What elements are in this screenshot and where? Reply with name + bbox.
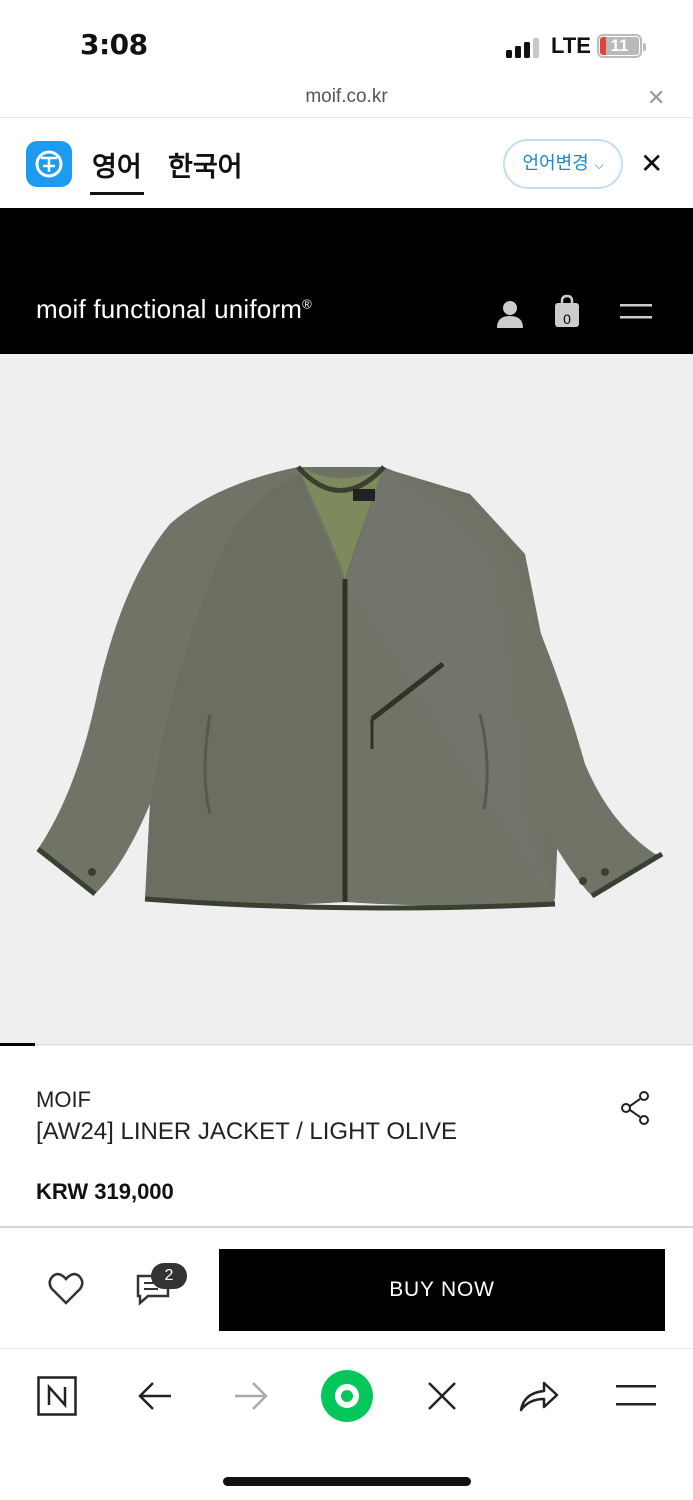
forward-icon xyxy=(233,1380,269,1416)
browser-menu-icon[interactable] xyxy=(616,1385,656,1411)
network-type: LTE xyxy=(551,33,591,58)
share-arrow-icon[interactable] xyxy=(518,1379,560,1417)
active-tab-underline xyxy=(90,192,144,195)
site-logo[interactable]: moif functional uniform® xyxy=(36,294,312,325)
tab-korean[interactable]: 한국어 xyxy=(168,145,243,184)
shopping-bag-icon[interactable]: 0 xyxy=(554,294,580,332)
status-bar: 3:08 LTE 11 xyxy=(0,0,693,80)
site-header: moif functional uniform® 0 xyxy=(0,208,693,354)
jacket-image xyxy=(36,465,664,911)
product-brand[interactable]: MOIF xyxy=(36,1087,91,1113)
close-translate-icon[interactable]: ✕ xyxy=(640,147,663,180)
change-language-button[interactable]: 언어변경 ⌵ xyxy=(503,139,623,189)
menu-icon[interactable] xyxy=(620,304,652,324)
cart-count: 0 xyxy=(563,311,571,327)
chevron-down-icon: ⌵ xyxy=(594,158,604,172)
user-icon[interactable] xyxy=(496,300,524,332)
url-bar[interactable]: moif.co.kr ✕ xyxy=(0,80,693,118)
url-text[interactable]: moif.co.kr xyxy=(0,86,693,108)
slide-track xyxy=(0,1044,693,1045)
back-icon[interactable] xyxy=(137,1380,173,1416)
registered-mark: ® xyxy=(302,296,312,312)
heart-icon[interactable] xyxy=(48,1272,84,1310)
product-price: KRW 319,000 xyxy=(36,1179,174,1204)
site-logo-text: moif functional uniform xyxy=(36,294,303,324)
review-count-badge: 2 xyxy=(151,1263,187,1289)
close-tab-icon[interactable] xyxy=(426,1380,458,1416)
green-dot-icon[interactable] xyxy=(320,1369,374,1427)
close-icon[interactable]: ✕ xyxy=(647,86,665,111)
naver-icon[interactable] xyxy=(37,1376,77,1420)
battery-level: 11 xyxy=(610,36,629,55)
home-indicator xyxy=(223,1477,471,1486)
translate-logo-icon xyxy=(26,141,72,187)
product-name: [AW24] LINER JACKET / LIGHT OLIVE xyxy=(36,1118,458,1145)
slide-indicator xyxy=(0,1043,35,1046)
battery-icon: 11 xyxy=(597,34,646,58)
tab-english[interactable]: 영어 xyxy=(92,145,142,184)
buy-now-button[interactable]: BUY NOW xyxy=(219,1249,665,1331)
signal-icon xyxy=(506,36,542,58)
product-image[interactable] xyxy=(0,354,693,1046)
change-language-label: 언어변경 xyxy=(522,153,589,174)
translate-bar: 영어 한국어 언어변경 ⌵ ✕ xyxy=(0,119,693,208)
status-time: 3:08 xyxy=(80,28,148,61)
divider xyxy=(0,1226,693,1228)
share-icon[interactable] xyxy=(620,1091,652,1129)
